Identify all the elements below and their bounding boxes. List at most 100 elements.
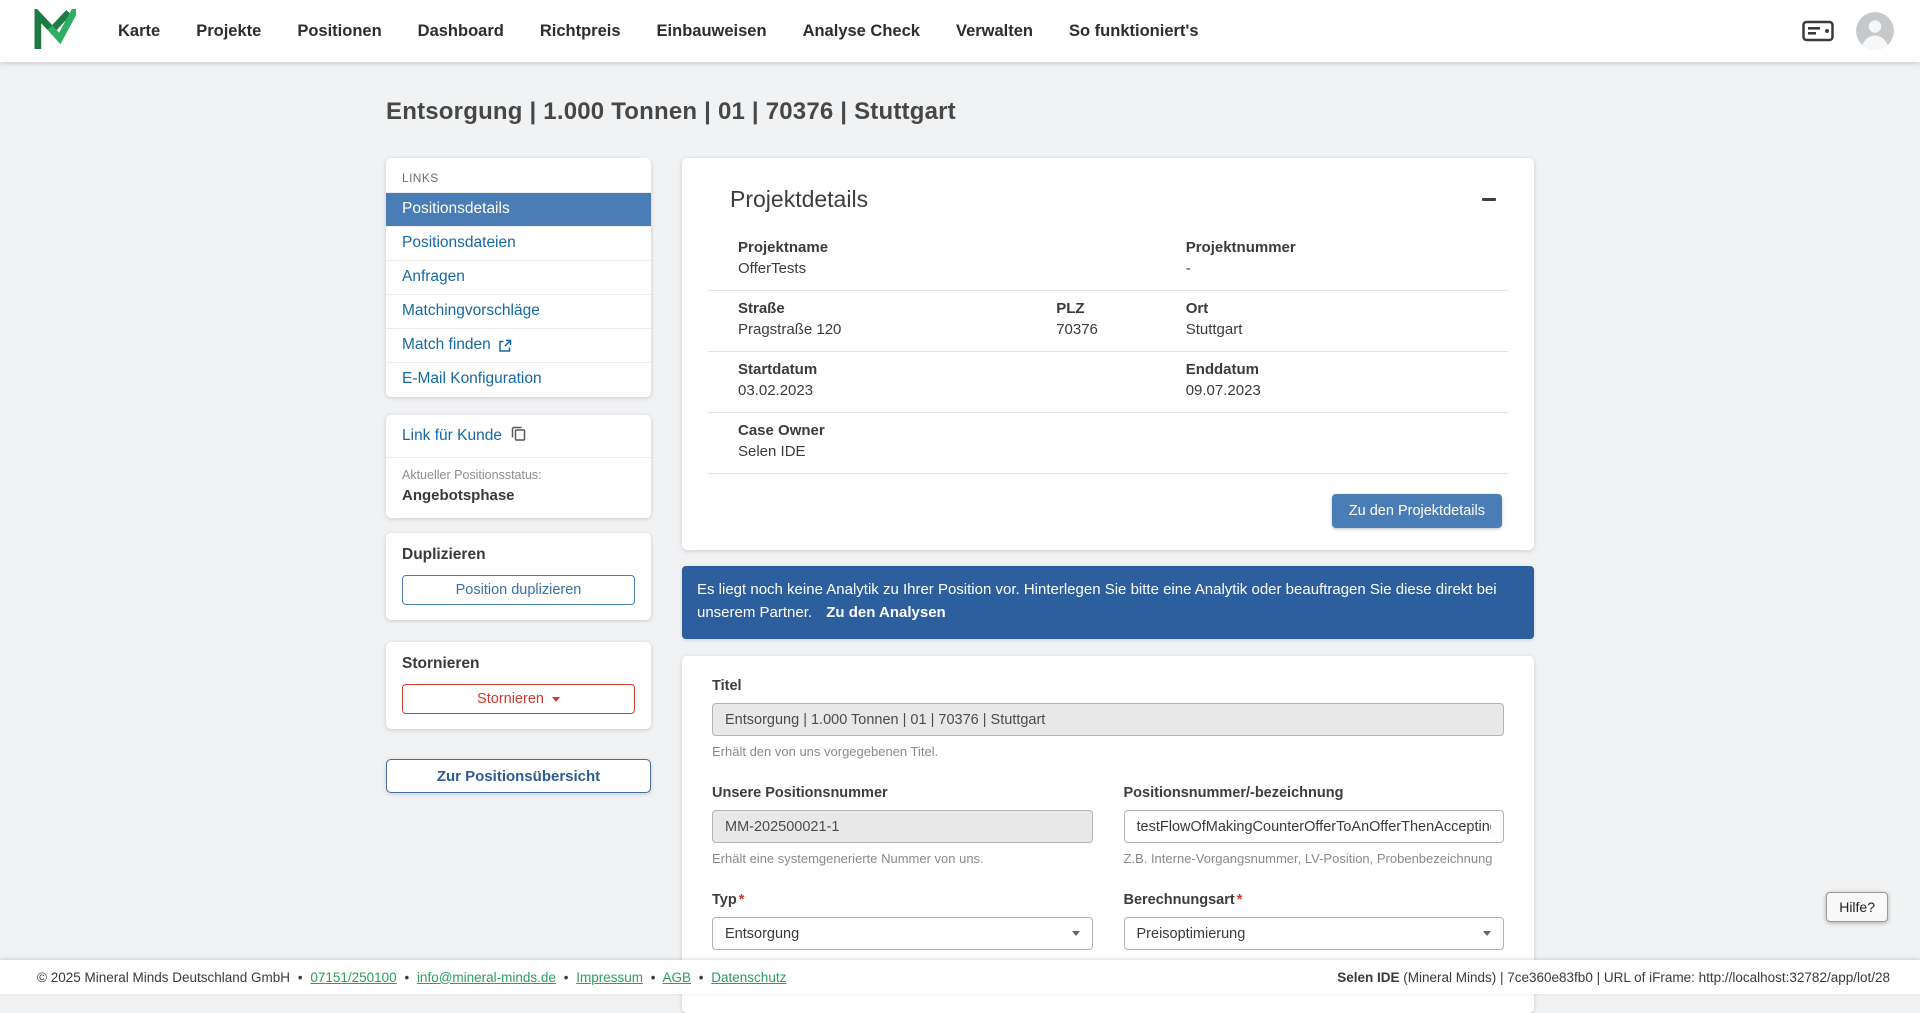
positionsbezeichnung-helper: Z.B. Interne-Vorgangsnummer, LV-Position… — [1124, 851, 1505, 866]
nav-so-funktionierts[interactable]: So funktioniert's — [1069, 22, 1199, 41]
sidebar-item-label: Anfragen — [402, 268, 465, 286]
field-value: Selen IDE — [738, 443, 1056, 460]
field-label: Projektnummer — [1186, 239, 1478, 256]
left-sidebar: LINKS Positionsdetails Positionsdateien … — [386, 158, 651, 793]
user-avatar[interactable] — [1856, 12, 1894, 50]
sidebar-item-positionsdetails[interactable]: Positionsdetails — [386, 192, 651, 226]
berechnungsart-select[interactable]: Preisoptimierung — [1124, 917, 1505, 950]
berechnungsart-select-value: Preisoptimierung — [1137, 926, 1246, 942]
nav-analyse-check[interactable]: Analyse Check — [803, 22, 920, 41]
main-nav: Karte Projekte Positionen Dashboard Rich… — [118, 22, 1199, 41]
email-link[interactable]: info@mineral-minds.de — [417, 970, 556, 985]
banner-text: Es liegt noch keine Analytik zu Ihrer Po… — [697, 581, 1497, 621]
separator-dot: • — [404, 970, 409, 985]
footer: © 2025 Mineral Minds Deutschland GmbH • … — [0, 960, 1920, 994]
separator-dot: • — [699, 970, 704, 985]
main-column: Projektdetails Projektname OfferTests Pr… — [682, 158, 1534, 1013]
field-label: Enddatum — [1186, 361, 1478, 378]
titel-field: Titel Erhält den von uns vorgegebenen Ti… — [712, 678, 1504, 759]
agb-link[interactable]: AGB — [663, 970, 692, 985]
position-overview-button[interactable]: Zur Positionsübersicht — [386, 759, 651, 793]
separator-dot: • — [298, 970, 303, 985]
sidebar-item-label: Positionsdateien — [402, 234, 516, 252]
detail-row: Startdatum 03.02.2023 Enddatum 09.07.202… — [708, 352, 1508, 413]
project-details-heading: Projektdetails — [730, 186, 868, 213]
external-link-icon — [498, 339, 512, 353]
footer-right: Selen IDE (Mineral Minds) | 7ce360e83fb0… — [1337, 970, 1890, 985]
positionsbezeichnung-label: Positionsnummer/-bezeichnung — [1124, 785, 1505, 801]
sidebar-item-label: E-Mail Konfiguration — [402, 370, 542, 388]
nav-positionen[interactable]: Positionen — [297, 22, 381, 41]
navbar-right — [1802, 12, 1894, 50]
unsere-positionsnummer-helper: Erhält eine systemgenerierte Nummer von … — [712, 851, 1093, 866]
nav-richtpreis[interactable]: Richtpreis — [540, 22, 621, 41]
cancel-card: Stornieren Stornieren — [386, 642, 651, 729]
sidebar-item-matchingvorschlaege[interactable]: Matchingvorschläge — [386, 294, 651, 328]
brand-logo[interactable] — [34, 9, 76, 54]
project-details-table: Projektname OfferTests Projektnummer - S… — [708, 230, 1508, 474]
customer-link-label: Link für Kunde — [402, 427, 502, 445]
server-icon[interactable] — [1802, 18, 1834, 44]
field-value: OfferTests — [738, 260, 1056, 277]
required-asterisk: * — [739, 892, 745, 908]
impressum-link[interactable]: Impressum — [576, 970, 643, 985]
sidebar-item-match-finden[interactable]: Match finden — [386, 328, 651, 362]
duplicate-card: Duplizieren Position duplizieren — [386, 533, 651, 620]
nav-dashboard[interactable]: Dashboard — [418, 22, 504, 41]
nav-karte[interactable]: Karte — [118, 22, 160, 41]
footer-left: © 2025 Mineral Minds Deutschland GmbH • … — [37, 970, 786, 985]
field-value: - — [1186, 260, 1478, 277]
sidebar-item-positionsdateien[interactable]: Positionsdateien — [386, 226, 651, 260]
nav-einbauweisen[interactable]: Einbauweisen — [657, 22, 767, 41]
required-asterisk: * — [1237, 892, 1243, 908]
top-navbar: Karte Projekte Positionen Dashboard Rich… — [0, 0, 1920, 62]
sidebar-item-label: Positionsdetails — [402, 200, 510, 218]
project-details-card: Projektdetails Projektname OfferTests Pr… — [682, 158, 1534, 550]
customer-link[interactable]: Link für Kunde — [386, 415, 651, 458]
status-label: Aktueller Positionsstatus: — [402, 468, 635, 482]
minus-icon — [1482, 198, 1496, 201]
sidebar-item-anfragen[interactable]: Anfragen — [386, 260, 651, 294]
separator-dot: • — [651, 970, 656, 985]
copyright-text: © 2025 Mineral Minds Deutschland GmbH — [37, 970, 290, 985]
cancel-dropdown-button[interactable]: Stornieren — [402, 684, 635, 714]
collapse-button[interactable] — [1474, 184, 1504, 214]
typ-label-text: Typ — [712, 892, 737, 908]
field-label: Startdatum — [738, 361, 1056, 378]
status-card: Link für Kunde Aktueller Positionsstatus… — [386, 415, 651, 518]
unsere-positionsnummer-input — [712, 810, 1093, 843]
chevron-down-icon — [1072, 931, 1080, 936]
berechnungsart-label: Berechnungsart* — [1124, 892, 1505, 908]
positionsbezeichnung-input[interactable] — [1124, 810, 1505, 843]
field-value: Pragstraße 120 — [738, 321, 1056, 338]
detail-row: Case Owner Selen IDE — [708, 413, 1508, 474]
chevron-down-icon — [1483, 931, 1491, 936]
typ-select[interactable]: Entsorgung — [712, 917, 1093, 950]
sidebar-item-email-konfiguration[interactable]: E-Mail Konfiguration — [386, 362, 651, 396]
status-value: Angebotsphase — [402, 487, 635, 504]
separator-dot: • — [564, 970, 569, 985]
phone-link[interactable]: 07151/250100 — [310, 970, 396, 985]
page-title: Entsorgung | 1.000 Tonnen | 01 | 70376 |… — [386, 98, 1534, 126]
help-button[interactable]: Hilfe? — [1826, 892, 1888, 922]
cancel-header: Stornieren — [402, 655, 635, 673]
positionsbezeichnung-field: Positionsnummer/-bezeichnung Z.B. Intern… — [1124, 785, 1505, 866]
field-value: Stuttgart — [1186, 321, 1478, 338]
position-status-block: Aktueller Positionsstatus: Angebotsphase — [386, 458, 651, 518]
session-user: Selen IDE — [1337, 970, 1399, 985]
links-card: LINKS Positionsdetails Positionsdateien … — [386, 158, 651, 397]
field-label: PLZ — [1056, 300, 1186, 317]
analyses-link[interactable]: Zu den Analysen — [826, 604, 945, 621]
field-label: Projektname — [738, 239, 1056, 256]
field-value: 03.02.2023 — [738, 382, 1056, 399]
detail-row: Straße Pragstraße 120 PLZ 70376 Ort Stut… — [708, 291, 1508, 352]
duplicate-position-button[interactable]: Position duplizieren — [402, 575, 635, 605]
nav-verwalten[interactable]: Verwalten — [956, 22, 1033, 41]
project-details-button[interactable]: Zu den Projektdetails — [1332, 494, 1502, 528]
datenschutz-link[interactable]: Datenschutz — [711, 970, 786, 985]
field-label: Case Owner — [738, 422, 1056, 439]
berechnungsart-label-text: Berechnungsart — [1124, 892, 1235, 908]
nav-projekte[interactable]: Projekte — [196, 22, 261, 41]
field-label: Straße — [738, 300, 1056, 317]
cancel-button-label: Stornieren — [477, 691, 544, 707]
